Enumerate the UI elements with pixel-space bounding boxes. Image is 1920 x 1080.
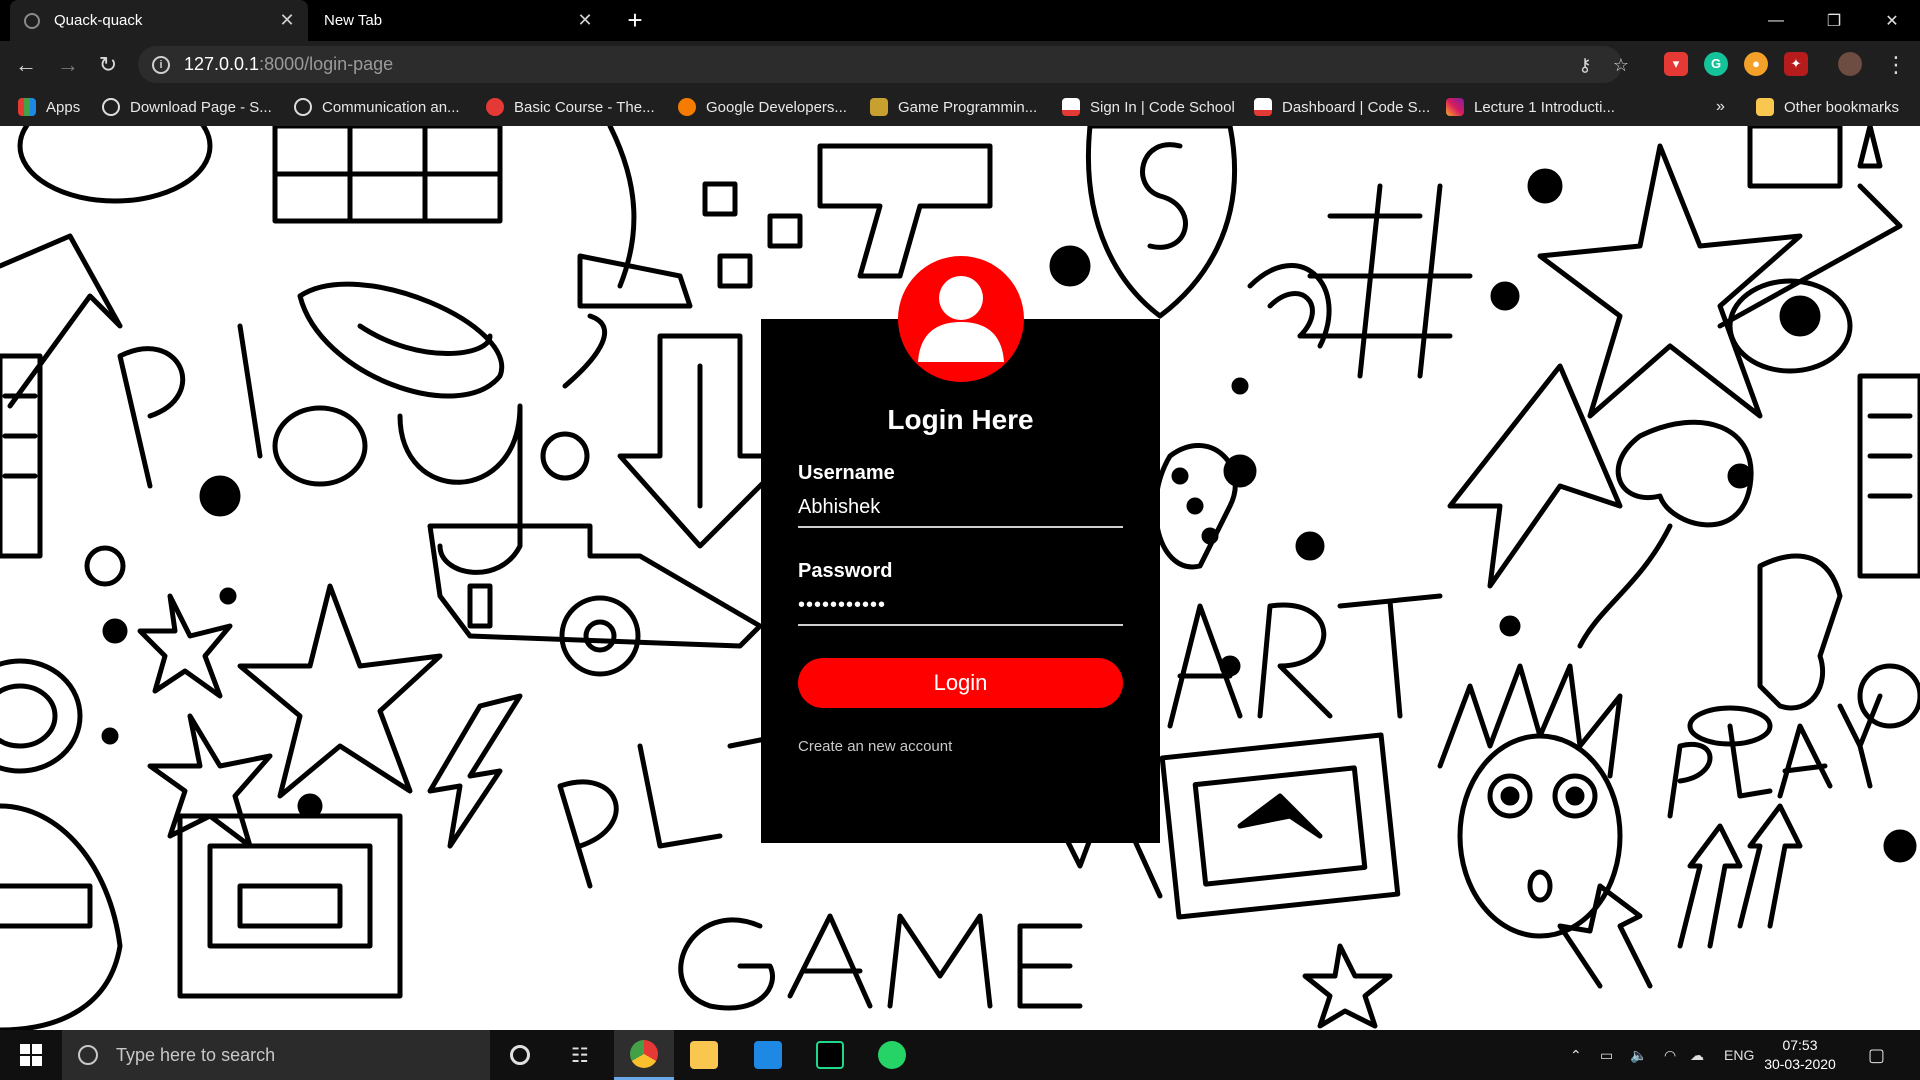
back-icon[interactable]: ←: [10, 49, 42, 81]
clock-time: 07:53: [1782, 1037, 1818, 1053]
windows-taskbar: Type here to search ☷ ⌃ ▭ 🔈 ◠ ☁ ENG 07:5…: [0, 1030, 1920, 1080]
bookmark-communication[interactable]: Communication an...: [294, 88, 460, 126]
other-bookmarks[interactable]: Other bookmarks: [1756, 88, 1899, 126]
wifi-icon[interactable]: ◠: [1664, 1030, 1676, 1080]
whatsapp-icon[interactable]: [862, 1030, 922, 1080]
create-account-link[interactable]: Create an new account: [798, 738, 952, 755]
username-input[interactable]: [798, 492, 1123, 528]
bookmark-basic-course[interactable]: Basic Course - The...: [486, 88, 655, 126]
file-explorer-icon[interactable]: [674, 1030, 734, 1080]
bookmarks-bar: Apps Download Page - S... Communication …: [0, 88, 1920, 126]
bookmark-sign-in-code-school[interactable]: Sign In | Code School: [1062, 88, 1235, 126]
password-input[interactable]: [798, 590, 1123, 626]
mail-icon[interactable]: [738, 1030, 798, 1080]
browser-toolbar: ← → ↻ i 127.0.0.1:8000/login-page ⚷ ☆ ▾ …: [0, 41, 1920, 88]
taskbar-search[interactable]: Type here to search: [62, 1030, 490, 1080]
grammarly-extension-icon[interactable]: G: [1704, 52, 1728, 76]
globe-icon: [102, 98, 120, 116]
address-bar[interactable]: i 127.0.0.1:8000/login-page ⚷ ☆: [138, 46, 1629, 83]
more-bookmarks-icon[interactable]: »: [1716, 88, 1725, 126]
user-avatar-icon: [898, 256, 1024, 382]
key-icon[interactable]: ⚷: [1572, 52, 1598, 78]
restore-button[interactable]: ❐: [1806, 0, 1862, 41]
profile-avatar[interactable]: [1838, 52, 1862, 76]
instagram-icon: [1446, 98, 1464, 116]
bookmark-google-developers[interactable]: Google Developers...: [678, 88, 847, 126]
apps-grid-icon: [18, 98, 36, 116]
minimize-button[interactable]: —: [1748, 0, 1804, 41]
globe-icon: [24, 12, 40, 29]
notifications-icon[interactable]: ▢: [1868, 1030, 1885, 1080]
folder-icon: [1756, 98, 1774, 116]
task-view-icon[interactable]: ☷: [550, 1030, 610, 1080]
volume-icon[interactable]: 🔈: [1630, 1030, 1647, 1080]
username-label: Username: [798, 462, 895, 484]
menu-icon[interactable]: ⋮: [1880, 49, 1912, 81]
show-hidden-icons-icon[interactable]: ⌃: [1570, 1030, 1582, 1080]
pocket-extension-icon[interactable]: ▾: [1664, 52, 1688, 76]
url-host: 127.0.0.1: [184, 54, 260, 74]
bookmark-dashboard-code-school[interactable]: Dashboard | Code S...: [1254, 88, 1430, 126]
battery-icon[interactable]: ▭: [1600, 1030, 1613, 1080]
url-path: :8000/login-page: [259, 54, 394, 74]
bookmark-lecture-1[interactable]: Lecture 1 Introducti...: [1446, 88, 1615, 126]
login-title: Login Here: [887, 404, 1034, 435]
close-window-button[interactable]: ✕: [1864, 0, 1920, 41]
extension-icon[interactable]: ✦: [1784, 52, 1808, 76]
bookmark-download-page[interactable]: Download Page - S...: [102, 88, 272, 126]
tab-title: Quack-quack: [54, 12, 143, 29]
windows-logo-icon: [20, 1044, 42, 1066]
password-label: Password: [798, 560, 893, 582]
tab-new-tab[interactable]: New Tab ✕: [308, 0, 606, 41]
course-icon: [486, 98, 504, 116]
forward-icon[interactable]: →: [52, 49, 84, 81]
user-silhouette-icon: [918, 276, 1004, 362]
site-info-icon[interactable]: i: [152, 55, 170, 74]
close-tab-icon[interactable]: ✕: [276, 10, 298, 31]
reload-icon[interactable]: ↻: [92, 49, 124, 81]
new-tab-button[interactable]: +: [620, 5, 650, 35]
onedrive-icon[interactable]: ☁: [1690, 1030, 1704, 1080]
bookmark-game-programming[interactable]: Game Programmin...: [870, 88, 1037, 126]
start-button[interactable]: [0, 1030, 62, 1080]
globe-icon: [294, 98, 312, 116]
star-icon[interactable]: ☆: [1608, 52, 1634, 78]
gmail-icon: [1254, 98, 1272, 116]
gmail-icon: [1062, 98, 1080, 116]
tab-quack-quack[interactable]: Quack-quack ✕: [10, 0, 308, 41]
clock-date: 30-03-2020: [1764, 1056, 1836, 1072]
chrome-taskbar-icon[interactable]: [614, 1030, 674, 1080]
game-icon: [870, 98, 888, 116]
search-icon: [78, 1045, 98, 1065]
pycharm-icon[interactable]: [800, 1030, 860, 1080]
google-dev-icon: [678, 98, 696, 116]
close-tab-icon[interactable]: ✕: [574, 10, 596, 31]
login-button[interactable]: Login: [798, 658, 1123, 708]
cortana-icon[interactable]: [490, 1030, 550, 1080]
bookmark-apps[interactable]: Apps: [18, 88, 80, 126]
language-indicator[interactable]: ENG: [1724, 1030, 1754, 1080]
browser-tab-strip: Quack-quack ✕ New Tab ✕ + — ❐ ✕: [0, 0, 1920, 41]
tab-title: New Tab: [324, 12, 383, 29]
search-placeholder: Type here to search: [116, 1044, 276, 1065]
extension-icon[interactable]: ●: [1744, 52, 1768, 76]
clock[interactable]: 07:53 30-03-2020: [1756, 1036, 1844, 1074]
